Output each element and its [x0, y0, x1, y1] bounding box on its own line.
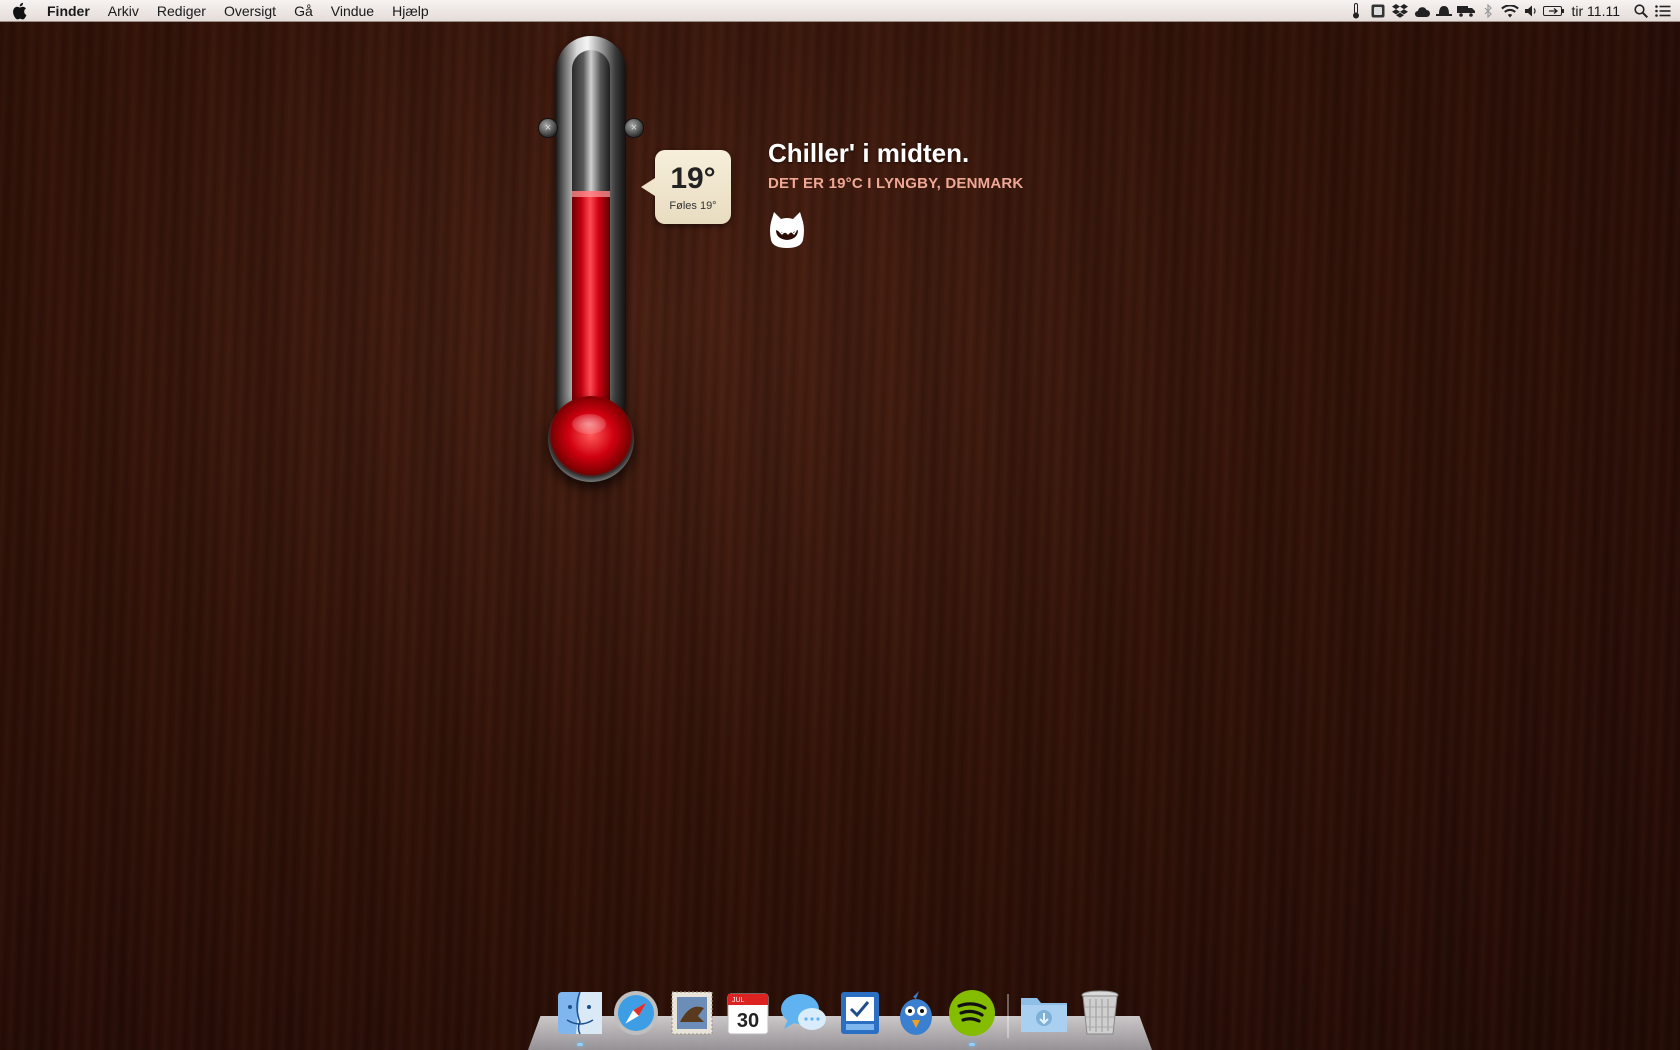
menubar-clock[interactable]: tir 11.11: [1565, 3, 1630, 19]
temperature-value: 19°: [670, 162, 716, 195]
hat-icon[interactable]: [1433, 0, 1455, 22]
cat-mascot-icon: [768, 210, 806, 250]
thermometer-bulb: [548, 396, 634, 482]
truck-icon[interactable]: [1455, 0, 1477, 22]
thermometer-tube: [556, 36, 626, 436]
screw-left-icon: ×: [538, 118, 558, 138]
menu-bar: Finder Arkiv Rediger Oversigt Gå Vindue …: [0, 0, 1680, 22]
volume-icon[interactable]: [1521, 0, 1543, 22]
bulb-highlight: [572, 414, 606, 434]
weather-location-line: DET ER 19°C I LYNGBY, DENMARK: [768, 175, 1024, 192]
dock-safari-icon[interactable]: [611, 988, 661, 1038]
app-box-icon[interactable]: [1367, 0, 1389, 22]
menu-finder[interactable]: Finder: [38, 0, 99, 22]
menu-rediger[interactable]: Rediger: [148, 0, 215, 22]
bluetooth-icon[interactable]: [1477, 0, 1499, 22]
battery-icon[interactable]: [1543, 0, 1565, 22]
calendar-day: 30: [737, 1010, 759, 1032]
screw-right-icon: ×: [624, 118, 644, 138]
mercury-level: [572, 190, 610, 430]
thermometer-widget: × ×: [538, 36, 644, 486]
menu-hjaelp[interactable]: Hjælp: [383, 0, 438, 22]
menu-arkiv[interactable]: Arkiv: [99, 0, 148, 22]
thermometer-icon[interactable]: [1345, 0, 1367, 22]
menu-ga[interactable]: Gå: [285, 0, 322, 22]
thermometer-glass: [572, 50, 610, 430]
dock-separator: [1007, 994, 1009, 1038]
dropbox-icon[interactable]: [1389, 0, 1411, 22]
dock-tasks-icon[interactable]: [835, 988, 885, 1038]
dock-finder-icon[interactable]: [555, 988, 605, 1046]
running-indicator: [969, 1043, 975, 1046]
apple-menu-icon[interactable]: [0, 0, 38, 22]
dock-tweetbot-icon[interactable]: [891, 988, 941, 1038]
notification-center-icon[interactable]: [1652, 0, 1674, 22]
running-indicator: [577, 1043, 583, 1046]
menu-oversigt[interactable]: Oversigt: [215, 0, 285, 22]
cloud-icon[interactable]: [1411, 0, 1433, 22]
dock-mail-icon[interactable]: [667, 988, 717, 1038]
calendar-month: JUL: [732, 997, 745, 1004]
feels-like-value: Føles 19°: [669, 200, 717, 212]
wifi-icon[interactable]: [1499, 0, 1521, 22]
dock-downloads-folder-icon[interactable]: [1019, 988, 1069, 1038]
spotlight-search-icon[interactable]: [1630, 0, 1652, 22]
dock: JUL 30: [555, 982, 1125, 1046]
mercury-meniscus: [572, 190, 610, 197]
menu-vindue[interactable]: Vindue: [322, 0, 383, 22]
temperature-bubble: 19° Føles 19°: [641, 150, 731, 224]
weather-headline: Chiller' i midten.: [768, 138, 970, 168]
dock-calendar-icon[interactable]: JUL 30: [723, 988, 773, 1038]
dock-trash-icon[interactable]: [1075, 988, 1125, 1038]
dock-messages-icon[interactable]: [779, 988, 829, 1038]
dock-spotify-icon[interactable]: [947, 988, 997, 1046]
